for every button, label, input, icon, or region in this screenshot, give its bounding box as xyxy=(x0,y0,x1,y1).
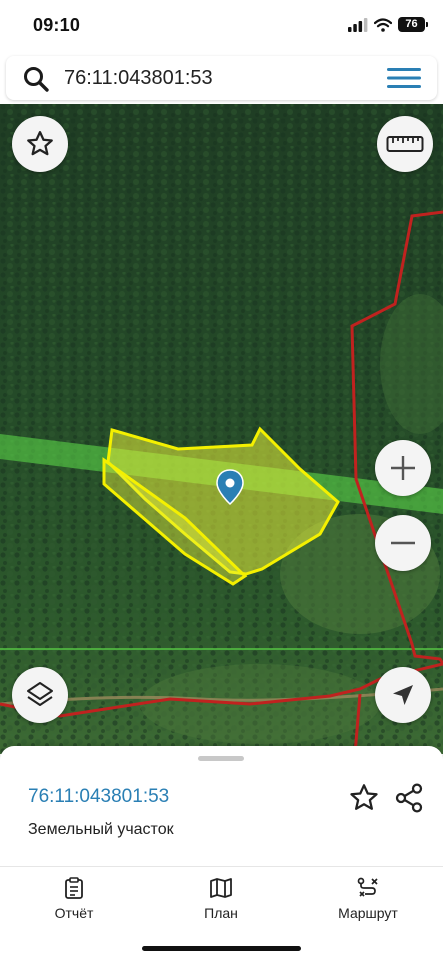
search-icon[interactable] xyxy=(22,65,50,93)
tab-route-label: Маршрут xyxy=(338,905,398,921)
zoom-in-button[interactable] xyxy=(375,440,431,496)
locate-button[interactable] xyxy=(375,667,431,723)
tab-route[interactable]: Маршрут xyxy=(313,877,423,923)
zoom-out-button[interactable] xyxy=(375,515,431,571)
ruler-button[interactable] xyxy=(377,116,433,172)
report-icon xyxy=(65,877,83,899)
tab-report-label: Отчёт xyxy=(54,905,94,921)
tab-plan-label: План xyxy=(204,905,238,921)
forest-texture xyxy=(0,104,443,754)
map-plan-icon xyxy=(210,878,232,898)
status-time: 09:10 xyxy=(33,15,81,35)
zoom-in-icon xyxy=(391,456,415,480)
menu-icon[interactable] xyxy=(387,66,421,90)
route-icon xyxy=(357,877,378,897)
zoom-out-icon xyxy=(391,541,415,545)
layers-button[interactable] xyxy=(12,667,68,723)
satellite-map[interactable] xyxy=(0,104,443,754)
wifi-icon xyxy=(374,17,392,32)
object-type: Земельный участок xyxy=(28,821,174,838)
battery-icon: 76 xyxy=(398,17,428,32)
home-indicator[interactable] xyxy=(142,946,301,951)
locate-arrow-icon xyxy=(393,685,413,705)
search-bar xyxy=(6,56,437,100)
star-icon xyxy=(27,131,53,156)
status-bar: 09:10 76 xyxy=(0,0,443,52)
info-sheet: 76:11:043801:53 Земельный участок xyxy=(0,746,443,866)
tab-plan[interactable]: План xyxy=(166,877,276,923)
layers-icon xyxy=(27,682,53,706)
share-icon[interactable] xyxy=(393,782,425,814)
map-imagery[interactable] xyxy=(0,104,443,754)
status-icons: 76 xyxy=(348,17,428,32)
tab-report[interactable]: Отчёт xyxy=(19,877,129,923)
favorite-map-button[interactable] xyxy=(12,116,68,172)
favorite-star-icon[interactable] xyxy=(348,782,380,814)
signal-icon xyxy=(348,17,368,32)
cadastral-number[interactable]: 76:11:043801:53 xyxy=(28,786,169,808)
search-input[interactable] xyxy=(64,64,364,92)
sheet-drag-handle[interactable] xyxy=(198,756,244,761)
ruler-icon xyxy=(386,136,424,152)
